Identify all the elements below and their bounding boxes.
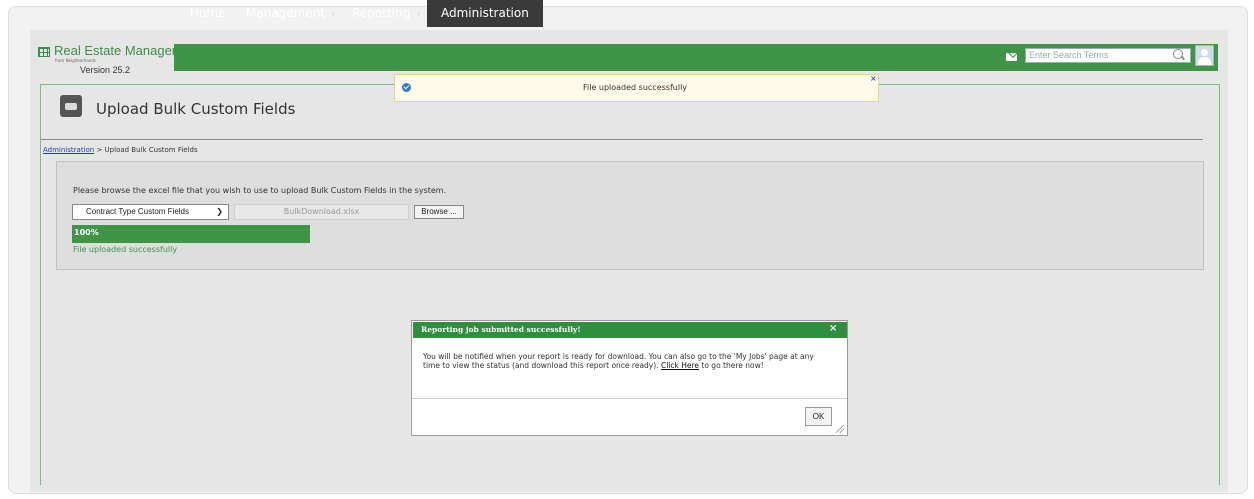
resize-handle-icon[interactable] xyxy=(836,425,844,433)
nav-home[interactable]: Home xyxy=(184,0,231,27)
breadcrumb: Administration > Upload Bulk Custom Fiel… xyxy=(43,146,198,154)
upload-status-text: File uploaded successfully xyxy=(73,245,178,254)
file-name-field: BulkDownload.xlsx xyxy=(234,204,409,220)
avatar[interactable] xyxy=(1195,45,1214,66)
close-icon[interactable]: × xyxy=(829,323,837,335)
toast-message: File uploaded successfully xyxy=(582,83,688,92)
chevron-down-icon: ▾ xyxy=(331,10,336,20)
close-icon[interactable]: × xyxy=(870,75,877,83)
dialog-body: You will be notified when your report is… xyxy=(423,352,828,370)
upload-progress-bar xyxy=(72,225,310,243)
nav-home-label: Home xyxy=(190,6,226,20)
dialog-divider xyxy=(412,398,847,399)
upload-page-icon xyxy=(60,95,82,117)
nav-reporting[interactable]: Reporting ▾ xyxy=(346,0,427,27)
nav-administration-label: Administration xyxy=(441,6,529,20)
nav-management-label: Management xyxy=(246,6,326,20)
title-divider xyxy=(41,139,1203,140)
app-logo[interactable]: Real Estate Manager from Neighborhoods V… xyxy=(38,43,176,79)
chevron-down-icon: ❯ xyxy=(216,207,223,216)
logo-grid-icon xyxy=(38,46,50,57)
dialog-body-text-end: to go there now! xyxy=(701,361,764,370)
nav-management[interactable]: Management ▾ xyxy=(240,0,342,27)
mail-icon[interactable] xyxy=(1006,53,1017,61)
search-icon[interactable] xyxy=(1173,49,1183,59)
nav-administration[interactable]: Administration xyxy=(427,0,543,27)
logo-title: Real Estate Manager xyxy=(38,43,176,58)
custom-field-type-select[interactable]: Contract Type Custom Fields ❯ xyxy=(72,204,229,220)
logo-tagline: from Neighborhoods xyxy=(55,58,96,63)
chevron-down-icon: ▾ xyxy=(416,10,421,20)
progress-percent: 100% xyxy=(74,228,99,237)
app-version: Version 25.2 xyxy=(80,65,131,75)
ok-button[interactable]: OK xyxy=(805,407,832,426)
upload-instruction: Please browse the excel file that you wi… xyxy=(73,186,447,195)
search-placeholder: Enter Search Terms xyxy=(1029,50,1109,60)
breadcrumb-administration-link[interactable]: Administration xyxy=(43,146,94,154)
check-circle-icon xyxy=(402,83,411,92)
dialog-title: Reporting job submitted successfully! xyxy=(421,325,581,334)
nav-reporting-label: Reporting xyxy=(352,6,411,20)
click-here-link[interactable]: Click Here xyxy=(661,361,699,370)
select-value: Contract Type Custom Fields xyxy=(86,207,190,216)
page-title: Upload Bulk Custom Fields xyxy=(96,100,296,118)
search-input[interactable]: Enter Search Terms xyxy=(1025,48,1191,63)
breadcrumb-current: > Upload Bulk Custom Fields xyxy=(96,146,198,154)
browse-button[interactable]: Browse ... xyxy=(414,205,464,219)
